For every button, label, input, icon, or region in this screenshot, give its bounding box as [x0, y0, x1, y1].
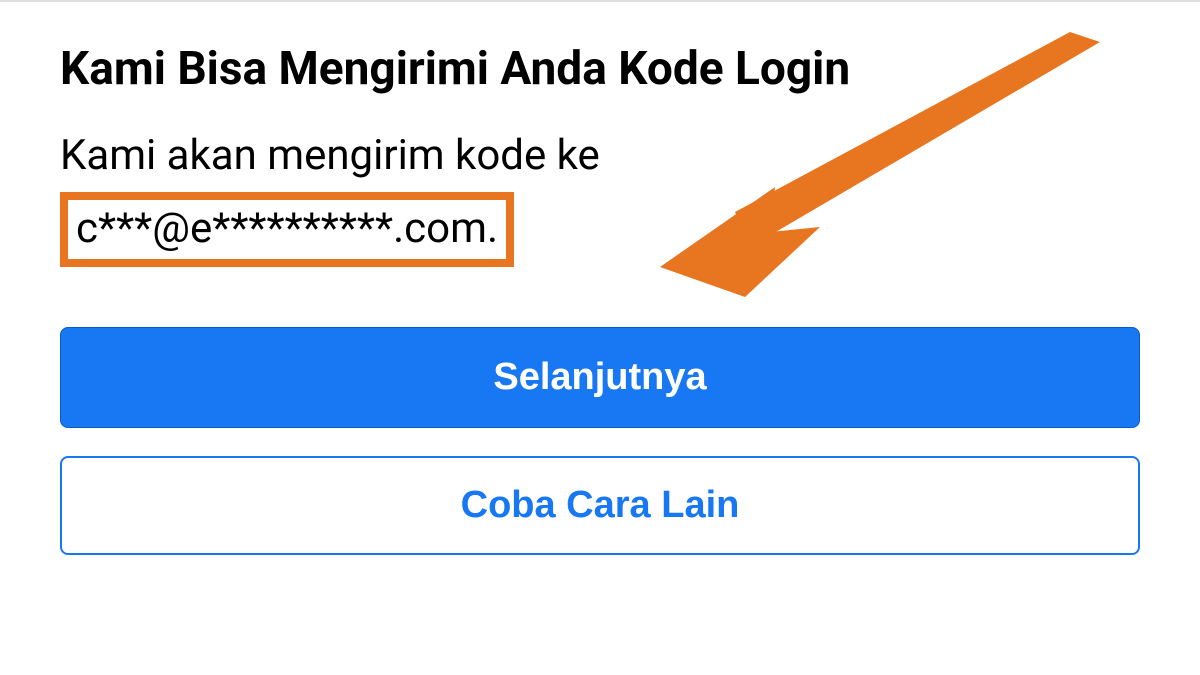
masked-email-highlight: c***@e**********.com.: [60, 192, 514, 267]
dialog-description: Kami akan mengirim kode ke c***@e*******…: [60, 127, 1140, 267]
next-button[interactable]: Selanjutnya: [60, 327, 1140, 428]
dialog-title: Kami Bisa Mengirimi Anda Kode Login: [60, 42, 1140, 97]
description-prefix: Kami akan mengirim kode ke: [60, 131, 600, 180]
try-another-way-button[interactable]: Coba Cara Lain: [60, 456, 1140, 555]
dialog-container: Kami Bisa Mengirimi Anda Kode Login Kami…: [0, 2, 1200, 595]
